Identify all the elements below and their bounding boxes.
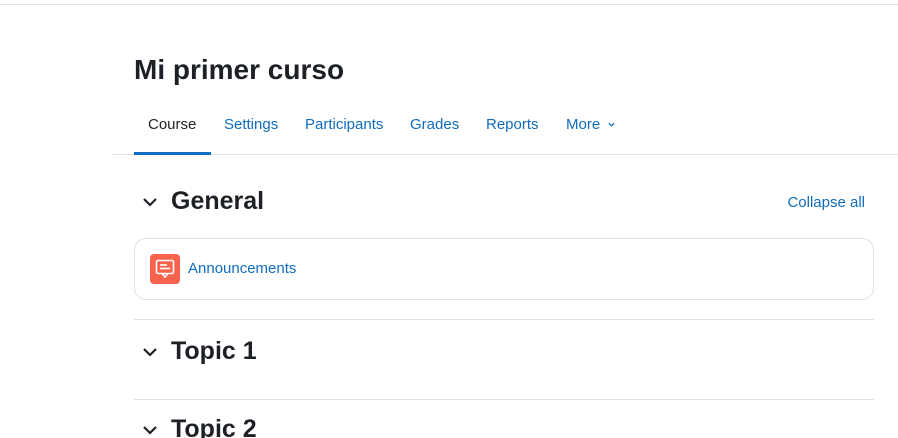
tab-more[interactable]: More: [566, 104, 616, 154]
course-page: Mi primer curso Course Settings Particip…: [0, 0, 898, 438]
activity-link-announcements[interactable]: Announcements: [188, 259, 296, 279]
collapse-chevron-icon[interactable]: [140, 420, 160, 438]
section-title: Topic 2: [171, 415, 257, 438]
collapse-chevron-icon[interactable]: [140, 192, 160, 212]
section-title: General: [171, 187, 265, 215]
tab-label: Grades: [410, 116, 460, 133]
forum-icon: [150, 254, 180, 284]
activity-card: Announcements: [134, 238, 874, 300]
tab-label: Participants: [305, 116, 384, 133]
secondary-navigation: Course Settings Participants Grades Repo…: [112, 104, 898, 155]
tab-course[interactable]: Course: [134, 104, 212, 155]
chevron-down-icon: [608, 122, 616, 127]
section-divider: [134, 319, 874, 320]
active-tab-indicator: [134, 152, 212, 155]
tab-label: Course: [148, 116, 197, 133]
section-title: Topic 1: [171, 337, 257, 365]
tab-label: More: [566, 116, 601, 133]
collapse-chevron-icon[interactable]: [140, 342, 160, 362]
tab-settings[interactable]: Settings: [224, 104, 278, 154]
tab-participants[interactable]: Participants: [305, 104, 383, 154]
tab-reports[interactable]: Reports: [486, 104, 539, 154]
collapse-all-link[interactable]: Collapse all: [787, 193, 865, 213]
tab-grades[interactable]: Grades: [410, 104, 459, 154]
tab-label: Reports: [486, 116, 539, 133]
tab-label: Settings: [224, 116, 279, 133]
section-divider: [134, 399, 874, 400]
header-divider: [0, 4, 898, 5]
page-title: Mi primer curso: [134, 54, 345, 85]
